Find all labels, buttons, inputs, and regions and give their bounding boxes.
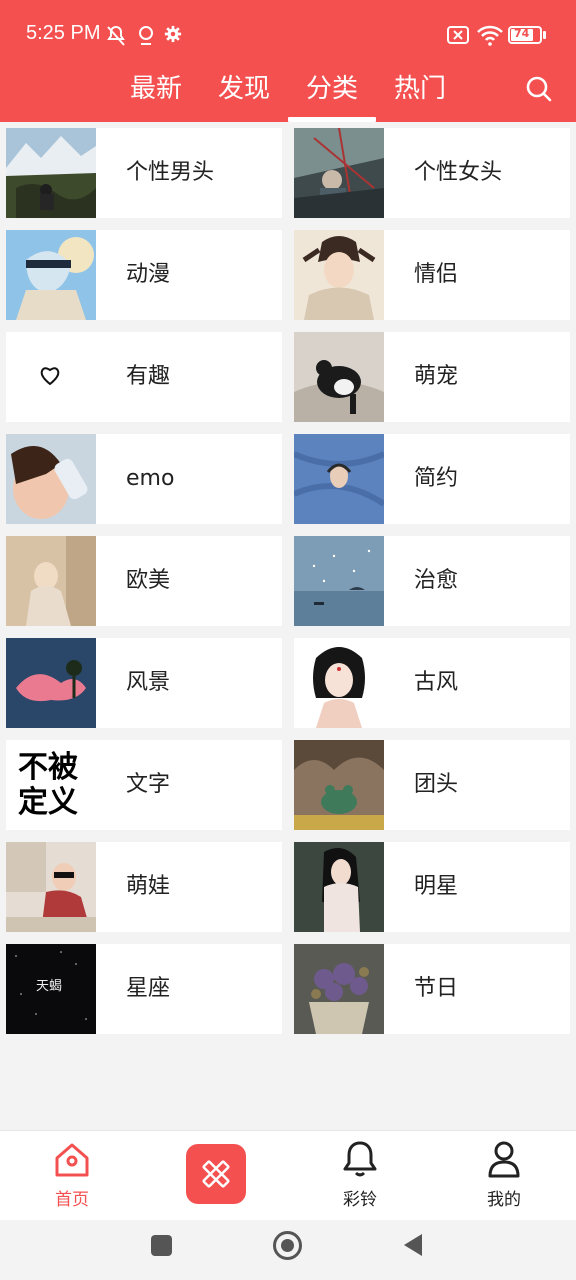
vintage-woman-thumbnail (6, 536, 96, 626)
search-icon[interactable] (524, 74, 554, 104)
girl-drinking-thumbnail (6, 434, 96, 524)
anime-boy-sky-thumbnail (6, 230, 96, 320)
category-label: 文字 (126, 772, 171, 797)
category-label: emo (126, 466, 175, 491)
recent-apps-icon[interactable] (151, 1235, 172, 1256)
category-tabs: 最新 发现 分类 热门 (0, 70, 576, 122)
category-card-festival[interactable]: 节日 (294, 944, 570, 1034)
mute-icon (107, 25, 125, 46)
create-button[interactable] (186, 1144, 246, 1204)
category-label: 明星 (414, 874, 459, 899)
cat-on-bed-thumbnail (294, 332, 384, 422)
category-card-ancient[interactable]: 古风 (294, 638, 570, 728)
category-label: 动漫 (126, 262, 171, 287)
category-card-male-avatar[interactable]: 个性男头 (6, 128, 282, 218)
nav-profile[interactable]: 我的 (454, 1131, 554, 1221)
category-label: 欧美 (126, 568, 171, 593)
category-card-cute-kids[interactable]: 萌娃 (6, 842, 282, 932)
nav-label: 首页 (55, 1190, 89, 1210)
battery-icon: 74 (508, 26, 542, 44)
category-card-scenery[interactable]: 风景 (6, 638, 282, 728)
flower-bouquet-thumbnail (294, 944, 384, 1034)
tab-hot[interactable]: 热门 (380, 70, 460, 122)
category-card-celebrity[interactable]: 明星 (294, 842, 570, 932)
tab-discover[interactable]: 发现 (204, 70, 284, 122)
category-label: 萌宠 (414, 364, 459, 389)
child-sunglasses-thumbnail (6, 842, 96, 932)
category-card-emo[interactable]: emo (6, 434, 282, 524)
category-label: 情侣 (414, 262, 459, 287)
category-label: 节日 (414, 976, 459, 1001)
category-label: 个性女头 (414, 160, 503, 185)
heart-doodle-thumbnail (6, 332, 96, 422)
category-label: 星座 (126, 976, 171, 1001)
category-label: 简约 (414, 466, 459, 491)
category-label: 古风 (414, 670, 459, 695)
back-triangle-icon[interactable] (400, 1232, 426, 1258)
bell-icon (343, 1141, 377, 1177)
blue-fabric-face-thumbnail (294, 434, 384, 524)
user-icon (488, 1141, 520, 1178)
mountain-camp-thumbnail (6, 128, 96, 218)
battery-level: 74 (514, 27, 530, 40)
app-header: 5:25 PM 74 最新 发现 分类 热门 (0, 0, 576, 122)
pencil-ruler-icon (202, 1160, 230, 1188)
bottom-navigation: 首页 彩铃 我的 (0, 1130, 576, 1220)
nav-label: 彩铃 (343, 1190, 377, 1210)
category-label: 萌娃 (126, 874, 171, 899)
home-icon (55, 1143, 89, 1177)
system-navigation-bar (0, 1220, 576, 1280)
no-sim-icon (447, 26, 469, 44)
ferris-wheel-thumbnail (294, 128, 384, 218)
category-card-funny[interactable]: 有趣 (6, 332, 282, 422)
ancient-girl-illustration-thumbnail (294, 638, 384, 728)
category-label: 风景 (126, 670, 171, 695)
category-label: 治愈 (414, 568, 459, 593)
category-card-text[interactable]: 不被 定义 文字 (6, 740, 282, 830)
category-card-healing[interactable]: 治愈 (294, 536, 570, 626)
status-bar: 5:25 PM 74 (0, 0, 576, 70)
nav-home[interactable]: 首页 (22, 1131, 122, 1221)
category-card-western[interactable]: 欧美 (6, 536, 282, 626)
anime-boy-sketch-thumbnail (294, 230, 384, 320)
category-card-couple[interactable]: 情侣 (294, 230, 570, 320)
category-label: 个性男头 (126, 160, 215, 185)
category-card-simple[interactable]: 简约 (294, 434, 570, 524)
status-time: 5:25 PM (26, 22, 101, 44)
tab-latest[interactable]: 最新 (116, 70, 196, 122)
tab-category[interactable]: 分类 (288, 70, 376, 122)
home-circle-icon[interactable] (273, 1231, 302, 1260)
category-card-cute-pets[interactable]: 萌宠 (294, 332, 570, 422)
category-card-anime[interactable]: 动漫 (6, 230, 282, 320)
settings-gear-icon (164, 25, 182, 43)
nav-label: 我的 (487, 1190, 521, 1210)
category-label: 团头 (414, 772, 459, 797)
nav-ringtone[interactable]: 彩铃 (310, 1131, 410, 1221)
frog-figure-thumbnail (294, 740, 384, 830)
text-image-thumbnail: 不被 定义 (6, 740, 96, 830)
category-card-female-avatar[interactable]: 个性女头 (294, 128, 570, 218)
star-woman-thumbnail (294, 842, 384, 932)
starry-night-thumbnail: 天蝎 (6, 944, 96, 1034)
location-icon (139, 26, 153, 45)
thumbnail-text: 天蝎 (36, 979, 63, 994)
category-label: 有趣 (126, 364, 171, 389)
category-card-group-avatar[interactable]: 团头 (294, 740, 570, 830)
wifi-icon (477, 25, 503, 46)
pink-cloud-tree-thumbnail (6, 638, 96, 728)
category-card-zodiac[interactable]: 天蝎 星座 (6, 944, 282, 1034)
night-sea-boat-thumbnail (294, 536, 384, 626)
thumbnail-text: 不被 定义 (18, 750, 78, 820)
